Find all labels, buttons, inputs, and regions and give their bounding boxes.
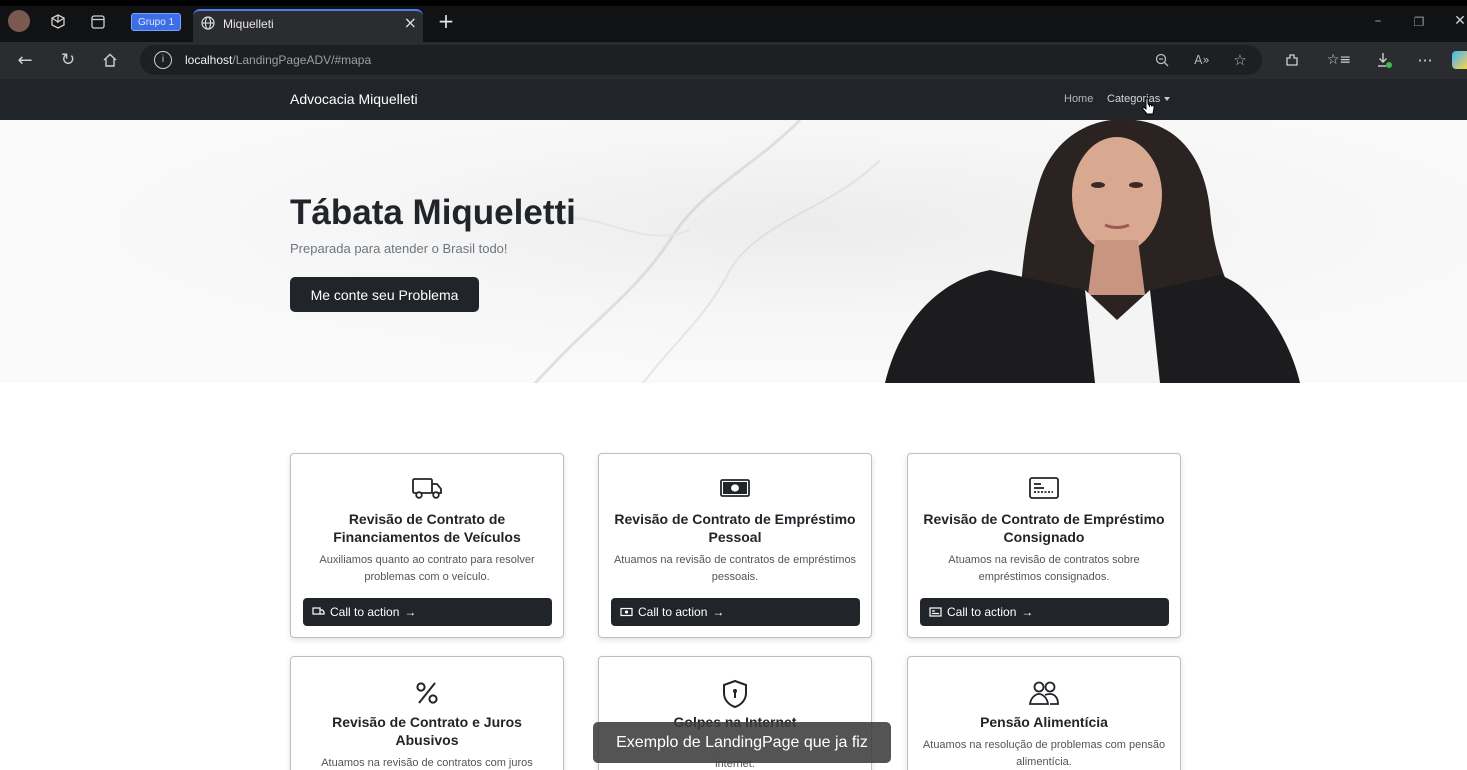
card-title: Revisão de Contrato de Empréstimo Pessoa…	[614, 511, 856, 545]
home-icon[interactable]	[99, 50, 121, 70]
mouse-cursor-icon	[1141, 97, 1155, 115]
marble-texture	[533, 120, 881, 383]
profile-avatar[interactable]	[8, 10, 30, 32]
contact-problem-button[interactable]: Me conte seu Problema	[290, 277, 479, 312]
card-title: Pensão Alimentícia	[980, 714, 1108, 730]
card-cta-label: Call to action	[947, 605, 1017, 619]
window-close-icon[interactable]: ✕	[1452, 10, 1467, 32]
favorites-icon[interactable]: ☆≡	[1327, 50, 1351, 70]
card-cta-button[interactable]: Call to action →	[920, 598, 1169, 626]
hero-section: Tábata Miqueletti Preparada para atender…	[0, 120, 1467, 383]
shield-icon	[599, 679, 871, 709]
address-bar[interactable]: i localhost/LandingPageADV/#mapa A» ☆	[140, 45, 1262, 75]
card-title: Revisão de Contrato de Empréstimo Consig…	[923, 511, 1165, 545]
percent-icon	[291, 679, 563, 707]
card-text: Auxiliamos quanto ao contrato para resol…	[319, 554, 535, 583]
card-cta-label: Call to action	[330, 605, 400, 619]
close-tab-icon[interactable]: ×	[404, 13, 417, 32]
restore-icon[interactable]: ❐	[1409, 11, 1429, 33]
service-card-alimony: Pensão Alimentícia Atuamos na resolução …	[907, 656, 1181, 770]
hero-title: Tábata Miqueletti	[290, 193, 576, 232]
arrow-right-icon: →	[404, 605, 417, 619]
card-title: Revisão de Contrato de Financiamentos de…	[333, 511, 521, 545]
minimize-icon[interactable]: –	[1368, 10, 1388, 32]
truck-small-icon	[312, 607, 325, 615]
service-card-vehicle-financing: Revisão de Contrato de Financiamentos de…	[290, 453, 564, 638]
arrow-right-icon: →	[712, 605, 725, 619]
read-aloud-icon[interactable]: A»	[1192, 51, 1212, 69]
tab-title: Miquelleti	[223, 17, 274, 31]
copilot-icon[interactable]	[1452, 51, 1467, 69]
card-text: Atuamos na revisão de contratos de empré…	[613, 554, 857, 583]
card-text: Atuamos na revisão de contratos sobre em…	[948, 554, 1140, 583]
site-info-icon[interactable]: i	[154, 51, 172, 69]
card-cta-button[interactable]: Call to action →	[303, 598, 552, 626]
card-title: Revisão de Contrato e Juros Abusivos	[332, 714, 522, 748]
nav-home-link[interactable]: Home	[1064, 93, 1093, 105]
lawyer-portrait	[885, 120, 1300, 383]
url-text: localhost/LandingPageADV/#mapa	[185, 53, 371, 67]
browser-toolbar: ← ↻ i localhost/LandingPageADV/#mapa A» …	[0, 42, 1467, 79]
service-card-payroll-loan: Revisão de Contrato de Empréstimo Consig…	[907, 453, 1181, 638]
refresh-icon[interactable]: ↻	[57, 50, 79, 70]
new-tab-icon[interactable]: +	[435, 9, 457, 33]
nav-categories-dropdown[interactable]: Categorias	[1107, 93, 1171, 105]
service-card-abusive-interest: Revisão de Contrato e Juros Abusivos Atu…	[290, 656, 564, 770]
arrow-right-icon: →	[1021, 605, 1034, 619]
card-cta-label: Call to action	[638, 605, 708, 619]
window-top-edge	[0, 0, 1467, 6]
card-text: Atuamos na resolução de problemas com pe…	[922, 739, 1166, 768]
people-icon	[908, 679, 1180, 707]
hero-subtitle: Preparada para atender o Brasil todo!	[290, 241, 508, 256]
globe-icon	[201, 16, 215, 30]
back-arrow-icon[interactable]: ←	[14, 50, 36, 71]
downloads-icon[interactable]	[1374, 50, 1394, 70]
caret-down-icon	[1164, 97, 1171, 102]
card-text: Atuamos na revisão de contratos com juro…	[321, 757, 533, 769]
cash-small-icon	[620, 607, 633, 617]
card-small-icon	[929, 607, 942, 617]
more-options-icon[interactable]: ···	[1414, 50, 1436, 70]
zoom-icon[interactable]	[1152, 51, 1172, 69]
browser-tab-bar: Grupo 1 Miquelleti × + – ❐ ✕	[0, 0, 1467, 42]
tab-group-chip[interactable]: Grupo 1	[131, 13, 182, 31]
video-caption: Exemplo de LandingPage que ja fiz	[593, 722, 891, 763]
workspaces-icon[interactable]	[48, 12, 68, 32]
card-icon	[908, 476, 1180, 500]
site-brand[interactable]: Advocacia Miquelleti	[290, 91, 418, 107]
url-host: localhost	[185, 53, 233, 67]
site-navbar: Advocacia Miquelleti Home Categorias	[0, 79, 1467, 120]
active-tab[interactable]: Miquelleti ×	[193, 9, 423, 42]
tab-actions-icon[interactable]	[88, 12, 108, 32]
service-card-personal-loan: Revisão de Contrato de Empréstimo Pessoa…	[598, 453, 872, 638]
card-cta-button[interactable]: Call to action →	[611, 598, 860, 626]
truck-icon	[291, 476, 563, 500]
url-path: /LandingPageADV/#mapa	[232, 53, 372, 67]
extensions-icon[interactable]	[1282, 50, 1302, 70]
cash-icon	[599, 476, 871, 500]
favorite-star-icon[interactable]: ☆	[1230, 51, 1250, 69]
